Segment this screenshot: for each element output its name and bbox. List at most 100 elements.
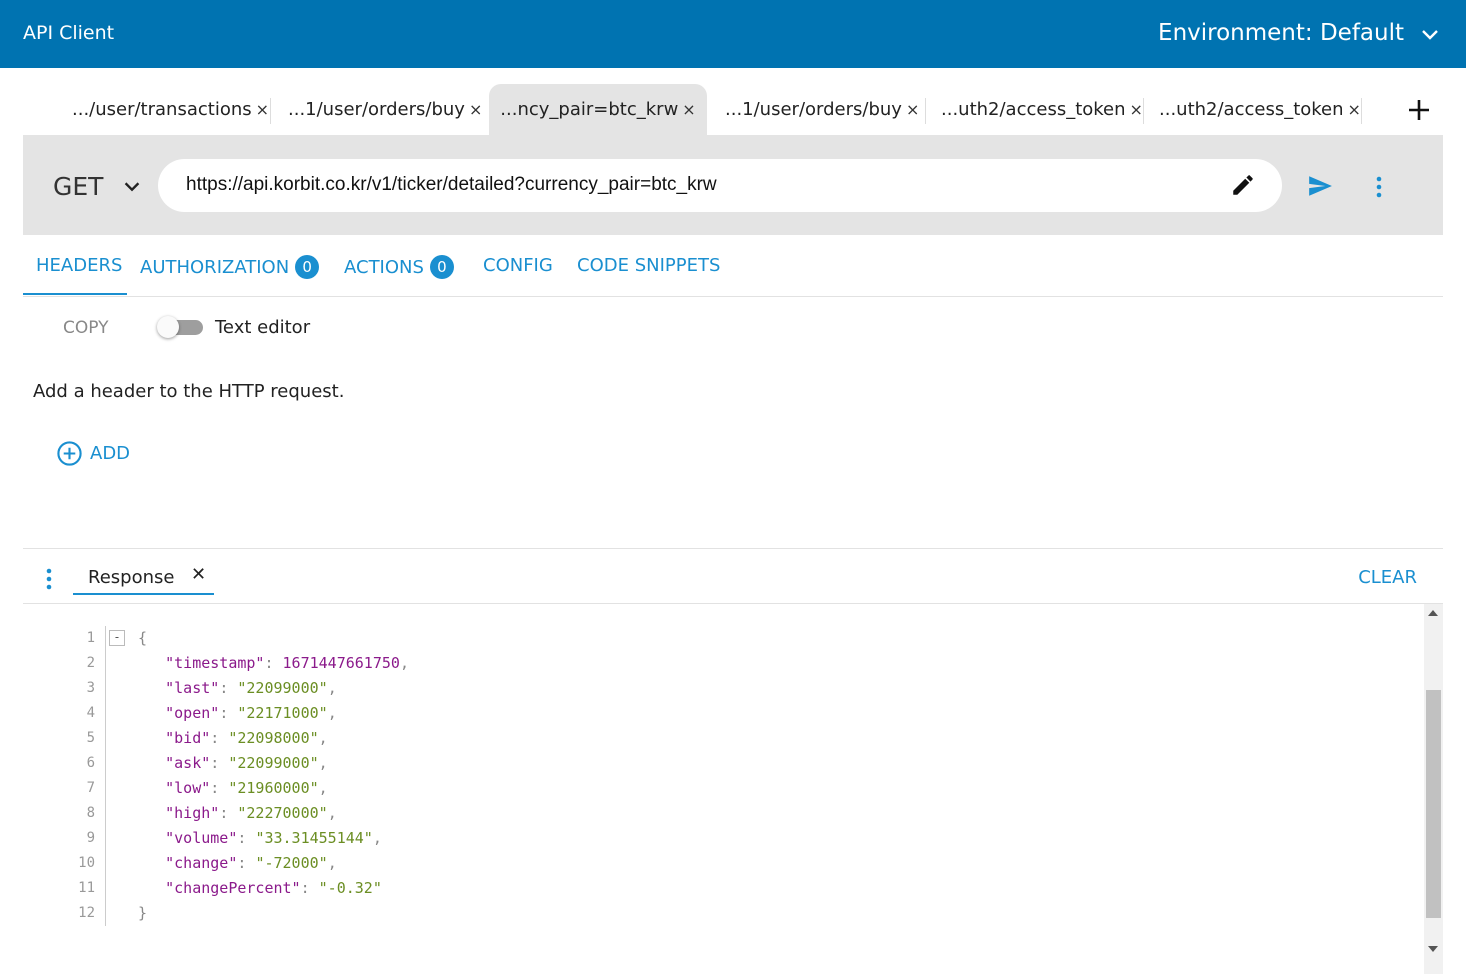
add-header-button[interactable]: ADD bbox=[56, 440, 130, 467]
code-line: "volume": "33.31455144", bbox=[129, 826, 409, 851]
json-comma: , bbox=[399, 654, 409, 672]
json-key: "high" bbox=[165, 804, 220, 822]
http-method-select[interactable]: GET bbox=[53, 172, 103, 201]
url-input[interactable]: https://api.korbit.co.kr/v1/ticker/detai… bbox=[158, 159, 1282, 212]
more-vertical-icon[interactable] bbox=[1368, 175, 1390, 199]
text-editor-label: Text editor bbox=[215, 317, 311, 338]
empty-headers-hint: Add a header to the HTTP request. bbox=[33, 381, 345, 402]
json-colon: : bbox=[237, 829, 256, 847]
code-line: "timestamp": 1671447661750, bbox=[129, 651, 409, 676]
more-vertical-icon[interactable] bbox=[38, 567, 60, 591]
add-circle-icon bbox=[57, 441, 82, 466]
json-colon: : bbox=[300, 879, 319, 897]
json-value: "-72000" bbox=[255, 854, 328, 872]
json-value: "22099000" bbox=[237, 679, 328, 697]
json-key: "last" bbox=[165, 679, 220, 697]
request-tab-active[interactable]: ...ncy_pair=btc_krw × bbox=[489, 84, 707, 135]
json-value: "22171000" bbox=[237, 704, 328, 722]
close-icon[interactable]: × bbox=[469, 100, 482, 119]
tab-authorization[interactable]: AUTHORIZATION 0 bbox=[140, 255, 320, 279]
open-brace: { bbox=[138, 629, 148, 647]
json-value: "33.31455144" bbox=[255, 829, 373, 847]
request-tab[interactable]: ...1/user/orders/buy × bbox=[725, 84, 919, 135]
chevron-down-icon[interactable] bbox=[121, 175, 143, 197]
line-number: 12 bbox=[78, 905, 95, 921]
send-icon[interactable] bbox=[1305, 173, 1335, 199]
close-icon[interactable]: ✕ bbox=[191, 564, 206, 585]
line-number: 11 bbox=[78, 880, 95, 896]
tab-label: HEADERS bbox=[36, 255, 123, 276]
close-icon[interactable]: × bbox=[906, 100, 919, 119]
json-key: "ask" bbox=[165, 754, 211, 772]
fold-toggle[interactable]: - bbox=[109, 630, 125, 646]
add-label: ADD bbox=[90, 443, 131, 464]
response-tab[interactable]: Response ✕ bbox=[73, 549, 214, 595]
json-colon: : bbox=[210, 779, 229, 797]
request-tab-label: ...uth2/access_token bbox=[1159, 99, 1344, 120]
vertical-scrollbar[interactable] bbox=[1424, 604, 1443, 974]
request-tab-label: ...1/user/orders/buy bbox=[288, 99, 465, 120]
toggle-knob bbox=[157, 316, 179, 338]
tab-actions[interactable]: ACTIONS 0 bbox=[344, 255, 454, 279]
url-text[interactable]: https://api.korbit.co.kr/v1/ticker/detai… bbox=[186, 174, 717, 196]
json-comma: , bbox=[318, 754, 328, 772]
close-brace: } bbox=[138, 904, 148, 922]
line-number-gutter: 1 2 3 4 5 6 7 8 9 10 11 12 bbox=[23, 626, 107, 926]
code-line: "low": "21960000", bbox=[129, 776, 409, 801]
json-value: 1671447661750 bbox=[282, 654, 400, 672]
json-key: "bid" bbox=[165, 729, 211, 747]
clear-button[interactable]: CLEAR bbox=[1358, 567, 1417, 588]
close-icon[interactable]: × bbox=[1130, 100, 1143, 119]
code-line: "ask": "22099000", bbox=[129, 751, 409, 776]
tab-label: CONFIG bbox=[483, 255, 553, 276]
json-key: "change" bbox=[165, 854, 238, 872]
text-editor-toggle[interactable] bbox=[157, 316, 203, 338]
response-panel-header: Response ✕ CLEAR bbox=[23, 548, 1443, 604]
code-line: } bbox=[129, 901, 409, 926]
line-number: 6 bbox=[86, 755, 95, 771]
line-number: 7 bbox=[86, 780, 95, 796]
json-comma: , bbox=[372, 829, 382, 847]
request-tab[interactable]: ...1/user/orders/buy × bbox=[288, 84, 482, 135]
request-tab[interactable]: .../user/transactions × bbox=[72, 84, 269, 135]
response-code-editor[interactable]: 1 2 3 4 5 6 7 8 9 10 11 12 - { "timestamp": 1671447… bbox=[23, 604, 1443, 974]
code-line: "high": "22270000", bbox=[129, 801, 409, 826]
line-number: 3 bbox=[86, 680, 95, 696]
line-number: 1 bbox=[86, 630, 95, 646]
tab-divider bbox=[1143, 98, 1144, 124]
line-number: 8 bbox=[86, 805, 95, 821]
close-icon[interactable]: × bbox=[256, 100, 269, 119]
request-tab[interactable]: ...uth2/access_token × bbox=[941, 84, 1143, 135]
tab-label: CODE SNIPPETS bbox=[577, 255, 721, 276]
json-colon: : bbox=[237, 854, 256, 872]
scroll-down-icon[interactable] bbox=[1428, 946, 1438, 952]
code-line: { bbox=[129, 626, 409, 651]
request-tab-label: ...1/user/orders/buy bbox=[725, 99, 902, 120]
gutter-divider bbox=[105, 626, 106, 926]
request-tab[interactable]: ...uth2/access_token × bbox=[1159, 84, 1361, 135]
copy-button[interactable]: COPY bbox=[63, 318, 109, 338]
json-value: "21960000" bbox=[228, 779, 319, 797]
response-tab-label: Response bbox=[88, 567, 175, 588]
scrollbar-thumb[interactable] bbox=[1426, 690, 1441, 918]
line-number: 4 bbox=[86, 705, 95, 721]
request-section-tabs: HEADERS AUTHORIZATION 0 ACTIONS 0 CONFIG C… bbox=[23, 235, 1443, 297]
pencil-icon[interactable] bbox=[1230, 172, 1256, 198]
count-badge: 0 bbox=[295, 255, 320, 279]
close-icon[interactable]: × bbox=[682, 100, 695, 119]
environment-selector[interactable]: Environment: Default bbox=[1158, 20, 1404, 46]
json-key: "changePercent" bbox=[165, 879, 301, 897]
scroll-up-icon[interactable] bbox=[1428, 610, 1438, 616]
chevron-down-icon[interactable] bbox=[1418, 22, 1442, 46]
count-badge: 0 bbox=[429, 255, 454, 279]
json-value: "22099000" bbox=[228, 754, 319, 772]
json-colon: : bbox=[219, 704, 238, 722]
tab-code-snippets[interactable]: CODE SNIPPETS bbox=[577, 255, 720, 276]
tab-config[interactable]: CONFIG bbox=[483, 255, 553, 276]
code-line: "changePercent": "-0.32" bbox=[129, 876, 409, 901]
plus-icon[interactable] bbox=[1405, 96, 1433, 124]
code-line: "last": "22099000", bbox=[129, 676, 409, 701]
json-key: "timestamp" bbox=[165, 654, 265, 672]
tab-headers[interactable]: HEADERS bbox=[36, 255, 122, 276]
close-icon[interactable]: × bbox=[1348, 100, 1361, 119]
